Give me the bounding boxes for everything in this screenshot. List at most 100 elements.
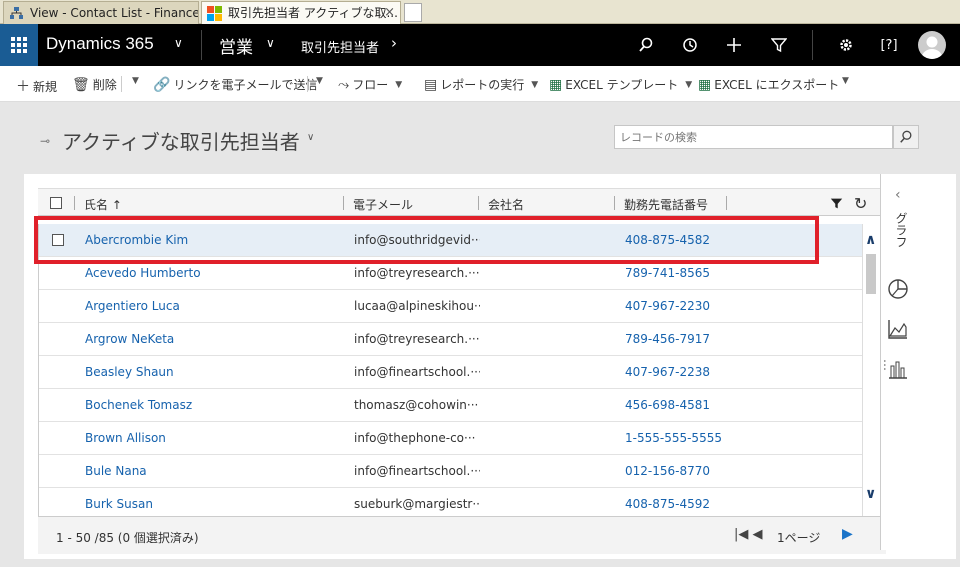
chevron-down-icon[interactable]: ∨ bbox=[174, 36, 183, 50]
help-icon[interactable]: [?] bbox=[878, 34, 900, 56]
history-icon[interactable] bbox=[679, 34, 701, 56]
phone-link[interactable]: 789-741-8565 bbox=[625, 266, 710, 280]
contact-name-link[interactable]: Argentiero Luca bbox=[85, 299, 180, 313]
phone-link[interactable]: 1-555-555-5555 bbox=[625, 431, 722, 445]
search-input[interactable] bbox=[614, 125, 893, 149]
app-name[interactable]: Dynamics 365 bbox=[46, 34, 154, 54]
more-delete-dropdown[interactable]: ▼ bbox=[128, 76, 139, 86]
contact-name-link[interactable]: Bule Nana bbox=[85, 464, 147, 478]
run-report-button[interactable]: ▤ レポートの実行 ▼ bbox=[424, 76, 538, 93]
phone-link[interactable]: 012-156-8770 bbox=[625, 464, 710, 478]
scrollbar-thumb[interactable] bbox=[866, 254, 876, 294]
search-icon[interactable] bbox=[635, 34, 657, 56]
table-row[interactable]: Burk Susan sueburk@margiestr··· 408-875-… bbox=[39, 488, 862, 516]
more-icon[interactable]: ⋯ bbox=[878, 359, 892, 371]
avatar[interactable] bbox=[918, 31, 946, 59]
pie-chart-icon[interactable] bbox=[887, 278, 909, 300]
email-cell: lucaa@alpineskihou··· bbox=[354, 299, 480, 313]
table-row[interactable]: Beasley Shaun info@fineartschool.··· 407… bbox=[39, 356, 862, 389]
phone-link[interactable]: 407-967-2238 bbox=[625, 365, 710, 379]
top-nav-bar: Dynamics 365 ∨ 営業 ∨ 取引先担当者 › [?] bbox=[0, 24, 960, 66]
chevron-down-icon: ▼ bbox=[316, 76, 323, 86]
column-header-phone[interactable]: 勤務先電話番号 bbox=[624, 196, 708, 213]
divider bbox=[812, 30, 813, 60]
chevron-down-icon[interactable]: ∨ bbox=[307, 132, 314, 143]
browser-tab-contact-list[interactable]: View - Contact List - Finance a... bbox=[3, 1, 199, 24]
refresh-icon[interactable]: ↻ bbox=[854, 194, 867, 213]
phone-link[interactable]: 456-698-4581 bbox=[625, 398, 710, 412]
new-tab-button[interactable] bbox=[404, 3, 422, 22]
column-header-name[interactable]: 氏名 ↑ bbox=[84, 196, 122, 213]
filter-icon[interactable] bbox=[768, 34, 790, 56]
column-divider bbox=[478, 196, 479, 210]
chevron-up-icon[interactable]: ∧ bbox=[865, 232, 876, 248]
contact-name-link[interactable]: Burk Susan bbox=[85, 497, 153, 511]
phone-link[interactable]: 789-456-7917 bbox=[625, 332, 710, 346]
email-cell: sueburk@margiestr··· bbox=[354, 497, 480, 511]
phone-link[interactable]: 408-875-4582 bbox=[625, 233, 710, 247]
column-header-email[interactable]: 電子メール bbox=[353, 196, 413, 213]
search-button[interactable] bbox=[893, 125, 919, 149]
contact-name-link[interactable]: Brown Allison bbox=[85, 431, 166, 445]
contact-name-link[interactable]: Acevedo Humberto bbox=[85, 266, 201, 280]
row-checkbox[interactable] bbox=[52, 234, 64, 246]
chevron-left-icon[interactable]: ‹ bbox=[895, 187, 901, 203]
chevron-down-icon: ▼ bbox=[132, 76, 139, 86]
chevron-down-icon[interactable]: ∨ bbox=[865, 486, 876, 502]
table-row[interactable]: Argrow NeKeta info@treyresearch.··· 789-… bbox=[39, 323, 862, 356]
grid-scrollbar[interactable]: ∧ ∨ bbox=[862, 224, 878, 516]
delete-button[interactable]: 🗑 削除 bbox=[72, 76, 117, 93]
search-icon bbox=[900, 130, 912, 143]
select-all-checkbox[interactable] bbox=[50, 197, 62, 209]
chevron-down-icon[interactable]: ∨ bbox=[266, 36, 275, 50]
pin-icon[interactable]: ⊸ bbox=[40, 134, 50, 148]
table-row[interactable]: Argentiero Luca lucaa@alpineskihou··· 40… bbox=[39, 290, 862, 323]
flow-button[interactable]: ⤳ フロー ▼ bbox=[338, 76, 402, 93]
column-header-company[interactable]: 会社名 bbox=[488, 196, 524, 213]
contact-name-link[interactable]: Argrow NeKeta bbox=[85, 332, 174, 346]
first-page-icon[interactable]: |◀ ◀ bbox=[734, 527, 763, 542]
add-icon[interactable] bbox=[723, 34, 745, 56]
column-divider bbox=[74, 196, 75, 210]
table-row[interactable]: Brown Allison info@thephone-co··· 1-555-… bbox=[39, 422, 862, 455]
chevron-down-icon: ▼ bbox=[685, 79, 693, 90]
chevron-right-icon[interactable]: › bbox=[391, 34, 397, 52]
email-cell: thomasz@cohowin··· bbox=[354, 398, 479, 412]
grid-panel: 氏名 ↑ 電子メール 会社名 勤務先電話番号 ↻ Abercrombie Kim… bbox=[24, 174, 956, 559]
gear-icon[interactable] bbox=[835, 34, 857, 56]
tab-close-button[interactable]: × bbox=[384, 2, 395, 24]
table-row[interactable]: Bule Nana info@fineartschool.··· 012-156… bbox=[39, 455, 862, 488]
browser-tab-title: View - Contact List - Finance a... bbox=[30, 6, 199, 20]
area-chart-icon[interactable] bbox=[887, 318, 909, 340]
phone-link[interactable]: 408-875-4592 bbox=[625, 497, 710, 511]
table-row[interactable]: Bochenek Tomasz thomasz@cohowin··· 456-6… bbox=[39, 389, 862, 422]
export-excel-dropdown[interactable]: ▼ bbox=[838, 76, 849, 86]
chart-pane-label[interactable]: グラフ bbox=[893, 212, 910, 248]
email-cell: info@treyresearch.··· bbox=[354, 266, 480, 280]
contact-name-link[interactable]: Beasley Shaun bbox=[85, 365, 174, 379]
table-row[interactable]: Abercrombie Kim info@southridgevid··· 40… bbox=[39, 224, 862, 257]
entity-breadcrumb[interactable]: 取引先担当者 bbox=[301, 37, 379, 56]
view-title[interactable]: アクティブな取引先担当者 bbox=[62, 126, 300, 155]
area-selector[interactable]: 営業 bbox=[219, 33, 253, 58]
phone-link[interactable]: 407-967-2230 bbox=[625, 299, 710, 313]
filter-icon[interactable] bbox=[830, 197, 843, 214]
app-launcher-button[interactable] bbox=[0, 24, 38, 66]
next-page-icon[interactable]: ▶ bbox=[842, 526, 853, 542]
email-cell: info@thephone-co··· bbox=[354, 431, 476, 445]
new-button[interactable]: ＋ 新規 bbox=[16, 76, 57, 96]
email-link-dropdown[interactable]: ▼ bbox=[312, 76, 323, 86]
contact-name-link[interactable]: Bochenek Tomasz bbox=[85, 398, 192, 412]
contact-name-link[interactable]: Abercrombie Kim bbox=[85, 233, 188, 247]
export-excel-button[interactable]: ▦ EXCEL にエクスポート bbox=[698, 76, 839, 93]
email-link-button[interactable]: 🔗 リンクを電子メールで送信 bbox=[153, 76, 317, 93]
browser-tab-title: 取引先担当者 アクティブな取... bbox=[228, 6, 398, 20]
excel-template-button[interactable]: ▦ EXCEL テンプレート ▼ bbox=[549, 76, 692, 93]
command-bar: ＋ 新規 🗑 削除 ▼ 🔗 リンクを電子メールで送信 ▼ ⤳ フロー ▼ ▤ レ… bbox=[0, 66, 960, 102]
table-row[interactable]: Acevedo Humberto info@treyresearch.··· 7… bbox=[39, 257, 862, 290]
chevron-down-icon: ▼ bbox=[531, 79, 539, 90]
excel-icon: ▦ bbox=[549, 76, 563, 93]
browser-tab-contacts[interactable]: 取引先担当者 アクティブな取... × bbox=[201, 1, 401, 24]
column-divider bbox=[343, 196, 344, 210]
email-cell: info@treyresearch.··· bbox=[354, 332, 480, 346]
